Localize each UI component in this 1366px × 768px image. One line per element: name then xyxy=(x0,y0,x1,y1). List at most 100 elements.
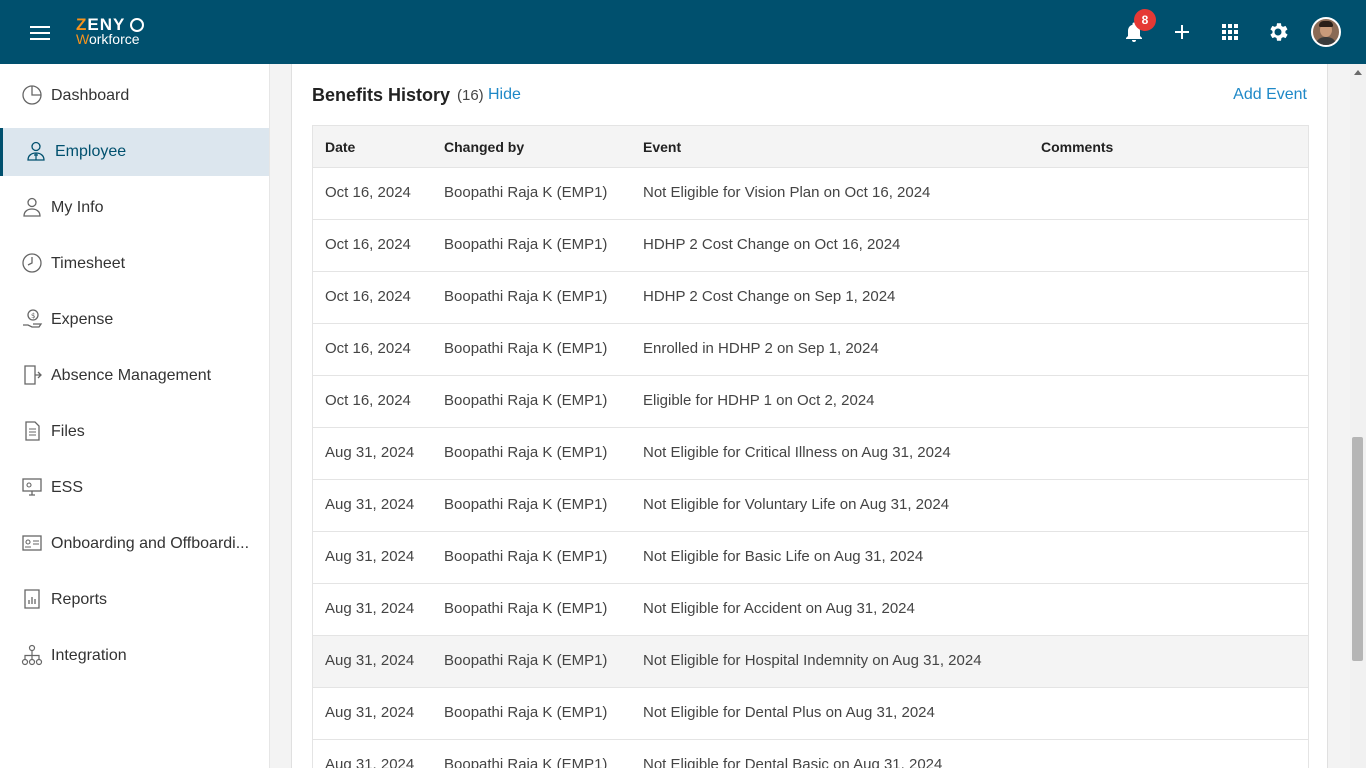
report-icon xyxy=(24,589,40,609)
id-card-icon xyxy=(22,535,42,551)
column-header-date[interactable]: Date xyxy=(325,139,355,155)
hierarchy-icon xyxy=(21,644,43,666)
monitor-icon xyxy=(22,478,42,496)
table-row[interactable]: Oct 16, 2024 Boopathi Raja K (EMP1) HDHP 2… xyxy=(313,272,1308,324)
sidebar-item-integration[interactable]: Integration xyxy=(0,632,269,680)
cell-event: Enrolled in HDHP 2 on Sep 1, 2024 xyxy=(643,340,879,357)
main-content: Benefits History (16) Hide Add Event Dat… xyxy=(270,64,1350,768)
sidebar-item-label: Integration xyxy=(51,647,127,664)
table-row[interactable]: Aug 31, 2024 Boopathi Raja K (EMP1) Not El… xyxy=(313,584,1308,636)
sidebar-item-label: Onboarding and Offboardi... xyxy=(51,535,250,552)
cell-date: Oct 16, 2024 xyxy=(325,236,411,253)
column-header-event[interactable]: Event xyxy=(643,139,681,155)
cell-changed-by: Boopathi Raja K (EMP1) xyxy=(444,704,608,721)
hide-link[interactable]: Hide xyxy=(488,85,521,105)
clock-icon xyxy=(22,253,42,273)
cell-event: Not Eligible for Basic Life on Aug 31, 2… xyxy=(643,548,924,565)
add-icon[interactable] xyxy=(1170,20,1194,44)
cell-date: Aug 31, 2024 xyxy=(325,652,415,669)
cell-changed-by: Boopathi Raja K (EMP1) xyxy=(444,756,608,768)
settings-gear-icon[interactable] xyxy=(1266,20,1290,44)
logo-ring-icon xyxy=(130,18,144,32)
table-row[interactable]: Aug 31, 2024 Boopathi Raja K (EMP1) Not El… xyxy=(313,636,1308,688)
cell-changed-by: Boopathi Raja K (EMP1) xyxy=(444,444,608,461)
cell-date: Aug 31, 2024 xyxy=(325,444,415,461)
cell-changed-by: Boopathi Raja K (EMP1) xyxy=(444,288,608,305)
cell-date: Aug 31, 2024 xyxy=(325,704,415,721)
table-row[interactable]: Aug 31, 2024 Boopathi Raja K (EMP1) Not El… xyxy=(313,532,1308,584)
sidebar-item-ess[interactable]: ESS xyxy=(0,464,269,512)
sidebar-item-label: Dashboard xyxy=(51,87,130,104)
cell-event: Not Eligible for Critical Illness on Aug… xyxy=(643,444,951,461)
notification-count-badge: 8 xyxy=(1134,9,1156,31)
sidebar-item-absence-management[interactable]: Absence Management xyxy=(0,352,269,400)
sidebar-item-label: My Info xyxy=(51,199,104,216)
sidebar-item-expense[interactable]: $ Expense xyxy=(0,296,269,344)
user-icon xyxy=(23,197,41,217)
menu-icon[interactable] xyxy=(30,26,50,40)
sidebar-item-label: ESS xyxy=(51,479,84,496)
cell-date: Aug 31, 2024 xyxy=(325,496,415,513)
cell-event: Not Eligible for Accident on Aug 31, 202… xyxy=(643,600,915,617)
cell-changed-by: Boopathi Raja K (EMP1) xyxy=(444,600,608,617)
table-row[interactable]: Oct 16, 2024 Boopathi Raja K (EMP1) HDHP 2… xyxy=(313,220,1308,272)
cell-changed-by: Boopathi Raja K (EMP1) xyxy=(444,340,608,357)
scroll-up-arrow-icon[interactable] xyxy=(1354,70,1362,75)
sidebar-item-label: Expense xyxy=(51,311,114,328)
cell-changed-by: Boopathi Raja K (EMP1) xyxy=(444,496,608,513)
column-header-changed-by[interactable]: Changed by xyxy=(444,139,524,155)
app-logo[interactable]: ZENY Workforce xyxy=(76,16,156,48)
cell-event: HDHP 2 Cost Change on Sep 1, 2024 xyxy=(643,288,896,305)
cell-event: Not Eligible for Dental Basic on Aug 31,… xyxy=(643,756,943,768)
sidebar-item-label: Files xyxy=(51,423,85,440)
table-row[interactable]: Aug 31, 2024 Boopathi Raja K (EMP1) Not El… xyxy=(313,480,1308,532)
cell-changed-by: Boopathi Raja K (EMP1) xyxy=(444,652,608,669)
pie-chart-icon xyxy=(22,85,42,105)
sidebar-item-onboarding[interactable]: Onboarding and Offboardi... xyxy=(0,520,269,568)
sidebar-item-dashboard[interactable]: Dashboard xyxy=(0,72,269,120)
section-title: Benefits History xyxy=(312,85,451,105)
table-row[interactable]: Aug 31, 2024 Boopathi Raja K (EMP1) Not El… xyxy=(313,428,1308,480)
cell-date: Aug 31, 2024 xyxy=(325,600,415,617)
sidebar-item-label: Employee xyxy=(55,143,127,160)
table-row[interactable]: Oct 16, 2024 Boopathi Raja K (EMP1) Not El… xyxy=(313,168,1308,220)
cell-changed-by: Boopathi Raja K (EMP1) xyxy=(444,392,608,409)
vertical-scrollbar[interactable] xyxy=(1350,64,1366,768)
cell-date: Oct 16, 2024 xyxy=(325,288,411,305)
sidebar-item-timesheet[interactable]: Timesheet xyxy=(0,240,269,288)
cell-event: Not Eligible for Vision Plan on Oct 16, … xyxy=(643,184,931,201)
record-count: (16) xyxy=(457,87,484,104)
table-row[interactable]: Aug 31, 2024 Boopathi Raja K (EMP1) Not El… xyxy=(313,740,1308,768)
cell-event: Not Eligible for Voluntary Life on Aug 3… xyxy=(643,496,950,513)
cell-date: Oct 16, 2024 xyxy=(325,184,411,201)
employee-icon xyxy=(27,141,45,161)
benefits-history-panel: Benefits History (16) Hide Add Event Dat… xyxy=(291,64,1328,768)
cell-event: Not Eligible for Hospital Indemnity on A… xyxy=(643,652,982,669)
column-header-comments[interactable]: Comments xyxy=(1041,139,1113,155)
svg-text:$: $ xyxy=(31,312,35,320)
apps-grid-icon[interactable] xyxy=(1218,20,1242,44)
table-row[interactable]: Oct 16, 2024 Boopathi Raja K (EMP1) Eligib… xyxy=(313,376,1308,428)
sidebar-item-files[interactable]: Files xyxy=(0,408,269,456)
scrollbar-thumb[interactable] xyxy=(1352,437,1363,661)
cell-date: Oct 16, 2024 xyxy=(325,392,411,409)
sidebar-item-my-info[interactable]: My Info xyxy=(0,184,269,232)
table-row[interactable]: Oct 16, 2024 Boopathi Raja K (EMP1) Enroll… xyxy=(313,324,1308,376)
cell-date: Aug 31, 2024 xyxy=(325,756,415,768)
table-body: Oct 16, 2024 Boopathi Raja K (EMP1) Not El… xyxy=(313,168,1308,768)
sidebar-item-label: Reports xyxy=(51,591,108,608)
benefits-history-table: Date Changed by Event Comments Oct 16, 2… xyxy=(312,125,1309,768)
cell-changed-by: Boopathi Raja K (EMP1) xyxy=(444,184,608,201)
cell-date: Oct 16, 2024 xyxy=(325,340,411,357)
add-event-link[interactable]: Add Event xyxy=(1233,85,1307,105)
cell-date: Aug 31, 2024 xyxy=(325,548,415,565)
cell-changed-by: Boopathi Raja K (EMP1) xyxy=(444,236,608,253)
file-icon xyxy=(25,421,40,441)
cell-event: HDHP 2 Cost Change on Oct 16, 2024 xyxy=(643,236,901,253)
top-bar: ZENY Workforce 8 xyxy=(0,0,1366,64)
cell-event: Not Eligible for Dental Plus on Aug 31, … xyxy=(643,704,935,721)
sidebar-item-reports[interactable]: Reports xyxy=(0,576,269,624)
sidebar-item-employee[interactable]: Employee xyxy=(0,128,269,176)
table-row[interactable]: Aug 31, 2024 Boopathi Raja K (EMP1) Not El… xyxy=(313,688,1308,740)
user-avatar[interactable] xyxy=(1311,17,1341,47)
